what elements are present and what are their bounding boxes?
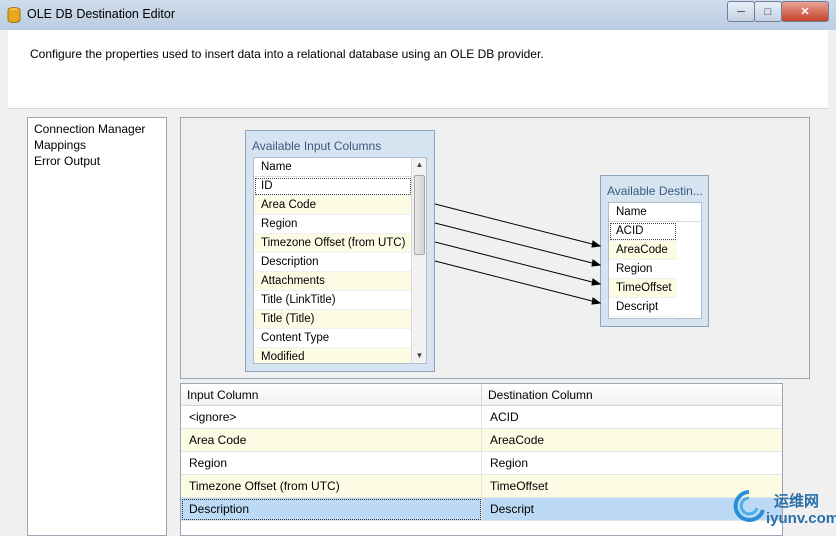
table-row-selected[interactable]: Description Descript — [181, 498, 782, 521]
input-column-cell[interactable]: <ignore> — [181, 406, 482, 429]
header-panel: Configure the properties used to insert … — [8, 30, 828, 109]
table-row[interactable]: Timezone Offset (from UTC) TimeOffset — [181, 475, 782, 498]
mapping-lines — [434, 203, 602, 305]
input-column-cell[interactable]: Description — [181, 498, 482, 521]
mapping-grid: Input Column Destination Column <ignore>… — [180, 383, 783, 536]
table-row[interactable]: Region Region — [181, 452, 782, 475]
watermark-logo-icon — [733, 490, 765, 522]
watermark: 运维网 iyunv.com — [728, 484, 836, 536]
mapping-arrowhead — [591, 259, 602, 267]
mapping-line[interactable] — [434, 222, 601, 266]
maximize-icon: □ — [764, 5, 772, 18]
nav-item-connection-manager[interactable]: Connection Manager — [34, 121, 166, 137]
minimize-icon: ─ — [737, 5, 745, 18]
input-column-cell[interactable]: Area Code — [181, 429, 482, 452]
input-column-cell[interactable]: Region — [181, 452, 482, 475]
close-button[interactable]: ✕ — [781, 1, 829, 22]
input-column-cell[interactable]: Timezone Offset (from UTC) — [181, 475, 482, 498]
mapping-line[interactable] — [434, 241, 601, 285]
watermark-cn-text: 运维网 — [774, 493, 820, 510]
table-row[interactable]: <ignore> ACID — [181, 406, 782, 429]
destination-column-cell[interactable]: ACID — [482, 406, 782, 429]
title-bar: OLE DB Destination Editor ─ □ ✕ — [0, 0, 836, 30]
nav-item-error-output[interactable]: Error Output — [34, 153, 166, 169]
minimize-button[interactable]: ─ — [727, 1, 755, 22]
grid-header-destination-column[interactable]: Destination Column — [482, 384, 782, 406]
mapping-arrowhead — [591, 240, 602, 248]
grid-header-input-column[interactable]: Input Column — [181, 384, 482, 406]
nav-item-mappings[interactable]: Mappings — [34, 137, 166, 153]
mapping-arrowhead — [591, 278, 602, 286]
nav-panel: Connection Manager Mappings Error Output — [27, 117, 167, 536]
destination-column-cell[interactable]: Region — [482, 452, 782, 475]
maximize-button[interactable]: □ — [754, 1, 782, 22]
destination-column-cell[interactable]: AreaCode — [482, 429, 782, 452]
mapping-diagram: Available Input Columns Name ID Area Cod… — [180, 117, 810, 379]
database-app-icon — [7, 7, 21, 23]
watermark-url-text: iyunv.com — [766, 510, 836, 527]
table-row[interactable]: Area Code AreaCode — [181, 429, 782, 452]
mapping-line[interactable] — [434, 260, 601, 304]
mapping-arrowhead — [591, 297, 602, 305]
header-description: Configure the properties used to insert … — [30, 47, 544, 61]
close-icon: ✕ — [800, 6, 810, 18]
mapping-line[interactable] — [434, 203, 601, 247]
window-title: OLE DB Destination Editor — [27, 7, 175, 21]
